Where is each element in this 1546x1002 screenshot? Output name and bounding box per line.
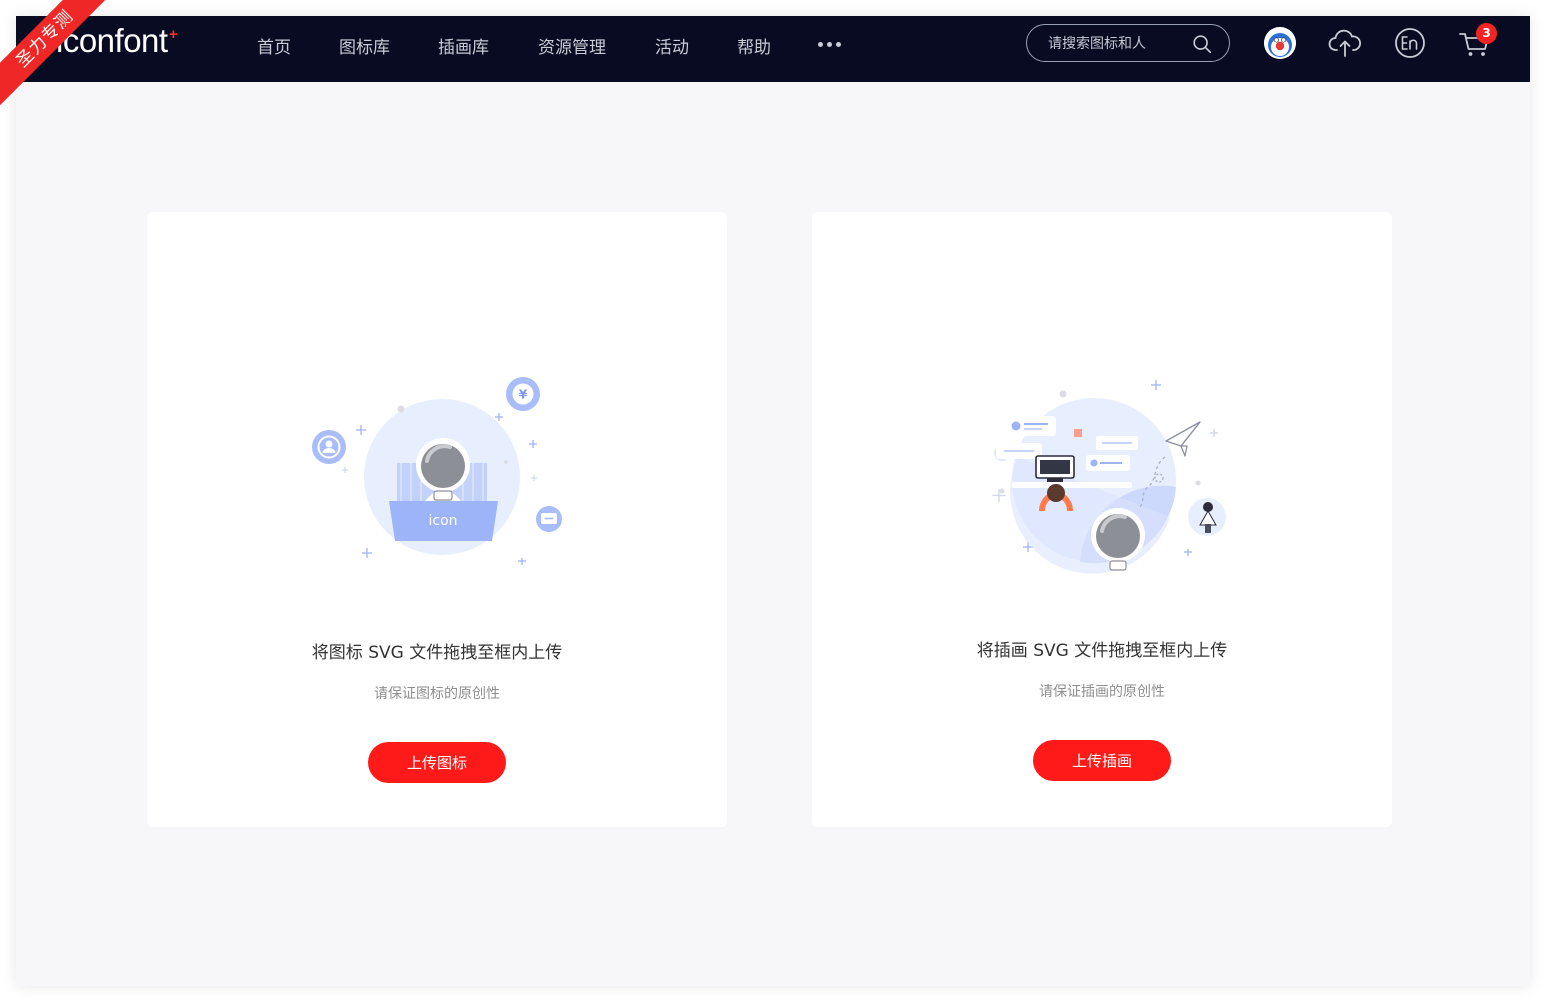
upload-cloud-icon[interactable] <box>1327 25 1363 61</box>
user-avatar[interactable] <box>1264 27 1296 59</box>
upload-icon-button[interactable]: 上传图标 <box>368 742 506 783</box>
illustration-upload-title: 将插画 SVG 文件拖拽至框内上传 <box>976 641 1228 661</box>
nav-item-activities[interactable]: 活动 <box>655 33 689 58</box>
logo-plus-mark: + <box>169 26 178 43</box>
nav-item-home[interactable]: 首页 <box>257 33 291 58</box>
icon-upload-title: 将图标 SVG 文件拖拽至框内上传 <box>311 643 563 663</box>
nav-item-illustration-library[interactable]: 插画库 <box>438 33 489 58</box>
nav-item-icon-library[interactable]: 图标库 <box>339 33 390 58</box>
upload-illustration-button[interactable]: 上传插画 <box>1033 740 1171 781</box>
svg-text:¥: ¥ <box>519 388 528 402</box>
cart-count-badge: 3 <box>1476 23 1497 44</box>
illustration-icon-label: icon <box>428 513 457 529</box>
avatar-icon <box>1264 27 1296 59</box>
astronaut-workspace-illustration <box>992 380 1226 574</box>
more-icon[interactable] <box>818 42 841 47</box>
icon-upload-dropzone[interactable]: ¥ icon 将图标 SVG 文件拖拽至框内上传 请保证图标的原创性 上传图标 <box>147 212 727 827</box>
search-icon[interactable] <box>1191 33 1213 55</box>
search-input[interactable] <box>1048 34 1188 54</box>
illustration-upload-subtitle: 请保证插画的原创性 <box>1039 684 1165 700</box>
nav-item-resource-management[interactable]: 资源管理 <box>538 33 606 58</box>
nav-item-help[interactable]: 帮助 <box>737 33 771 58</box>
illustration-upload-dropzone[interactable]: 将插画 SVG 文件拖拽至框内上传 请保证插画的原创性 上传插画 <box>812 212 1392 827</box>
icon-upload-subtitle: 请保证图标的原创性 <box>374 686 500 702</box>
language-en-icon[interactable] <box>1392 25 1428 61</box>
astronaut-icon-illustration: ¥ icon <box>312 377 562 565</box>
top-navbar: iconfont + 首页 图标库 插画库 资源管理 活动 帮助 请搜索图标和人… <box>16 16 1530 82</box>
search-box <box>1026 24 1230 62</box>
app-window: iconfont + 首页 图标库 插画库 资源管理 活动 帮助 请搜索图标和人… <box>16 16 1530 986</box>
